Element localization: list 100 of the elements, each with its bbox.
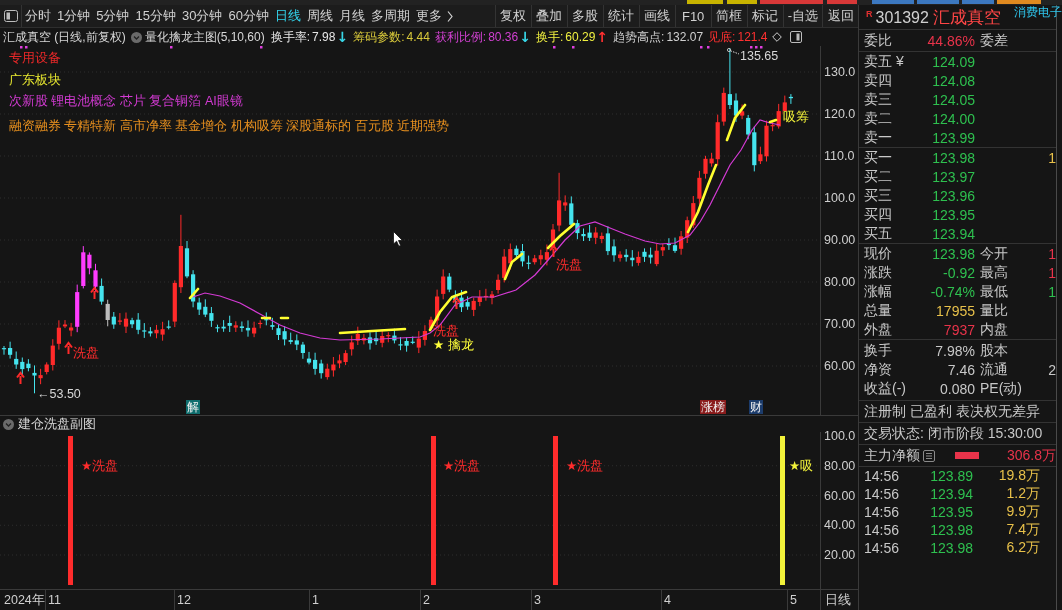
period-tab[interactable]: 日线 [271, 5, 304, 27]
leader-line [727, 48, 740, 55]
up-arrow-icon [90, 286, 99, 300]
toolbar-button[interactable]: 标记 [746, 5, 783, 27]
period-tab[interactable]: 分时 [22, 5, 54, 27]
date-label: 3 [534, 593, 541, 607]
panel-icon[interactable] [3, 10, 18, 22]
period-tab[interactable]: 15分钟 [132, 5, 179, 27]
period-tab[interactable]: 多周期 [367, 5, 413, 27]
field-label: 股本 [979, 341, 1009, 360]
axis-label: 20.00 [824, 548, 856, 562]
sector-tags: 次新股 锂电池概念 芯片 复合铜箔 AI眼镜 [9, 94, 243, 108]
field-label: 换手 [864, 341, 893, 360]
field-value: 17955 [935, 302, 975, 319]
field-label: 外盘 [864, 320, 893, 339]
period-tab[interactable]: 30分钟 [178, 5, 226, 27]
flow-bar-icon [955, 452, 979, 459]
toolbar-button[interactable]: 画线 [638, 5, 675, 27]
tab-marker [760, 0, 823, 4]
panel-title: 建仓洗盘副图 [18, 415, 96, 433]
reading-value: 132.07 [666, 30, 704, 44]
axis-label: 60.00 [824, 488, 856, 503]
trend-arrow: ↓ [336, 30, 349, 44]
toolbar-button[interactable]: -自选 [782, 5, 822, 27]
axis-label: 130.0 [824, 65, 856, 79]
axis-label: 80.00 [824, 458, 856, 473]
field-value: 0.080 [938, 380, 975, 397]
price-label: 135.65 [740, 50, 779, 63]
field-value: 7937 [942, 321, 975, 338]
market-label: R [866, 9, 873, 19]
trade-volume: 6.2万 [1005, 539, 1040, 557]
signal-label: ★洗盘 [566, 459, 604, 473]
date-label: 5 [790, 593, 797, 607]
field-label: 卖一 [864, 128, 893, 147]
price-value: 123.97 [931, 168, 975, 185]
toolbar-button[interactable]: 统计 [602, 5, 639, 27]
field-value: 2 [1048, 361, 1056, 378]
period-tab[interactable]: 60分钟 [225, 5, 272, 27]
axis-label: 80.00 [824, 275, 856, 289]
toolbar-button[interactable]: F10 [674, 5, 711, 27]
panel-icon[interactable] [790, 31, 803, 43]
tab-marker [872, 0, 914, 4]
tab-marker [962, 0, 994, 4]
toolbar-button[interactable]: 复权 [494, 5, 531, 27]
trade-time: 14:56 [864, 522, 901, 538]
price-value: 123.95 [931, 206, 975, 223]
field-value: 123.98 [931, 245, 975, 262]
tab-marker [687, 0, 723, 4]
list-icon[interactable] [923, 449, 935, 462]
toolbar-button[interactable]: 叠加 [530, 5, 567, 27]
field-value: 1 [1048, 149, 1056, 166]
sector-link[interactable]: 消费电子 [1014, 5, 1062, 19]
tab-marker [827, 0, 857, 4]
toolbar-button[interactable]: 简框 [710, 5, 747, 27]
tab-marker [917, 0, 959, 4]
up-arrow-icon [452, 296, 461, 310]
field-label: 买四 [864, 205, 893, 224]
reading-value: 60.29 [565, 30, 596, 44]
chevron-icon [446, 10, 453, 22]
indicator-name: 量化擒龙主图(5,10,60) [144, 28, 265, 46]
field-label: 内盘 [979, 320, 1009, 339]
field-label: 委比 [864, 31, 893, 50]
stock-tags: 注册制 已盈利 表决权无差异 [864, 402, 1040, 421]
period-tab[interactable]: 周线 [303, 5, 336, 27]
toolbar-button[interactable]: 返回 [822, 5, 858, 27]
period-tab[interactable]: 更多 [412, 5, 456, 27]
signal-label: 洗盘 [73, 347, 99, 360]
price-value: 124.08 [931, 72, 975, 89]
period-tab[interactable]: 月线 [335, 5, 368, 27]
field-label: 最低 [979, 282, 1009, 301]
field-value: 44.86% [926, 32, 975, 49]
up-arrow-icon [16, 371, 25, 385]
field-label: 买三 [864, 186, 893, 205]
trade-volume: 1.2万 [1005, 485, 1040, 503]
field-label: 流通 [979, 360, 1009, 379]
toolbar-button[interactable]: 多股 [566, 5, 603, 27]
period-label: 日线 [820, 590, 851, 610]
up-arrow-icon [64, 341, 73, 355]
period-tab[interactable]: 5分钟 [93, 5, 133, 27]
reading-value: 121.4 [737, 30, 768, 44]
field-label: 涨跌 [864, 263, 893, 282]
field-label: 涨幅 [864, 282, 893, 301]
date-label: 12 [177, 593, 191, 607]
field-label: PE(动) [979, 379, 1023, 398]
sector-tags: 专用设备 [9, 51, 61, 65]
reading-label: 换手率: [270, 28, 311, 46]
reading-value: 80.36 [488, 30, 519, 44]
price-label: ←53.50 [37, 388, 81, 401]
dropdown-icon[interactable] [3, 418, 14, 430]
reading-label: 筹码参数: [353, 28, 405, 46]
field-label: 净资 [864, 360, 893, 379]
trend-arrow: ↓ [519, 30, 531, 44]
dropdown-icon[interactable] [130, 31, 142, 43]
trade-price: 123.95 [929, 504, 973, 520]
field-label: 总量 [864, 301, 893, 320]
period-tab[interactable]: 1分钟 [54, 5, 94, 27]
signal-label: ★洗盘 [81, 459, 119, 473]
event-badge: 财 [749, 400, 763, 414]
date-label: 4 [664, 593, 671, 607]
field-label: 收益(-) [864, 379, 907, 398]
